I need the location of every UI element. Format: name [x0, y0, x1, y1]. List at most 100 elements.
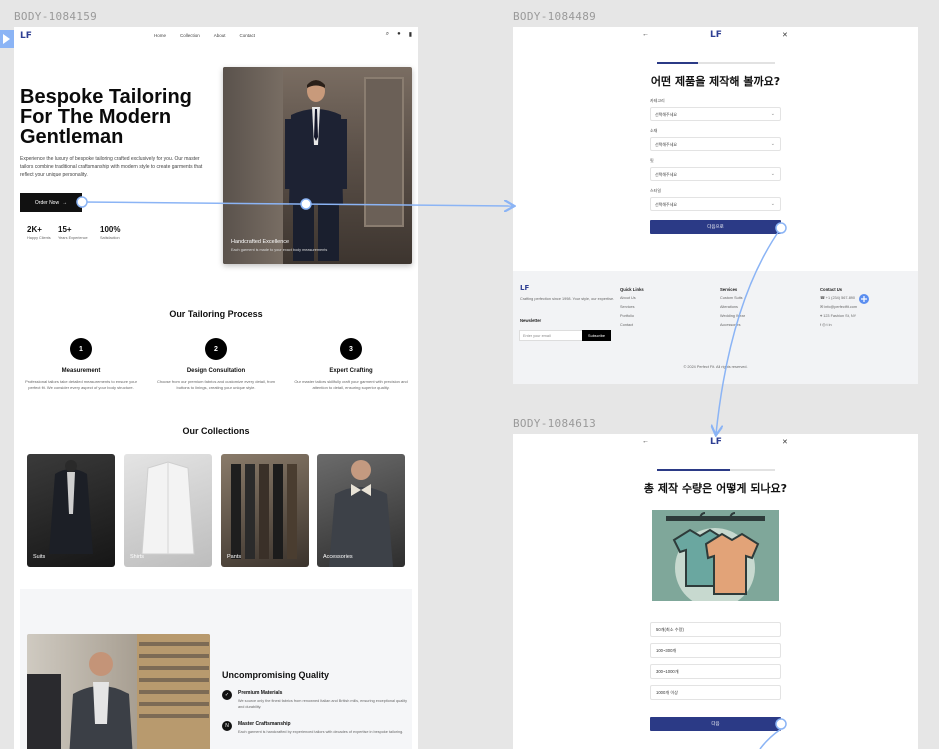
contact-email: ✉ info@perfectfit.com [820, 305, 858, 309]
services-heading: Services [720, 287, 738, 292]
fit-select[interactable]: 선택해주세요 ⌄ [650, 167, 781, 181]
arrow-right-icon: → [62, 199, 68, 206]
footer-logo[interactable]: LF [520, 284, 529, 292]
material-select[interactable]: 선택해주세요 ⌄ [650, 137, 781, 151]
quantity-option[interactable]: 100~300개 [650, 643, 781, 658]
footer-link[interactable]: Contact [620, 321, 644, 330]
shirt-image [141, 461, 195, 555]
linkedin-icon[interactable]: in [829, 323, 832, 327]
survey-quantity-frame: ← LF ✕ 총 제작 수량은 어떻게 되나요? 50개(최소 수량) 100~… [513, 434, 918, 749]
pants-image [231, 464, 297, 559]
hero-image: Handcrafted Excellence Each garment is m… [223, 67, 412, 264]
landing-frame: LF Home Collection About Contact ⌕ ● ▮ B… [14, 27, 418, 749]
quick-links-heading: Quick Links [620, 287, 644, 292]
chevron-down-icon: ⌄ [770, 201, 775, 207]
stat-years: 15+ Years Experience [58, 225, 88, 240]
quality-item-title: Master Craftsmanship [238, 721, 291, 727]
field-label-category: 카테고리 [650, 98, 665, 103]
needle-icon: N [222, 721, 232, 731]
brand-logo[interactable]: LF [20, 31, 32, 41]
collection-label: Accessories [323, 554, 353, 560]
image-caption-title: Handcrafted Excellence [231, 239, 290, 245]
progress-fill [657, 62, 699, 64]
quality-item-title: Premium Materials [238, 690, 283, 696]
select-placeholder: 선택해주세요 [655, 112, 678, 117]
quantity-option[interactable]: 300~1000개 [650, 664, 781, 679]
footer-link[interactable]: Wedding Wear [720, 312, 745, 321]
quality-item-desc: Each garment is handcrafted by experienc… [238, 730, 404, 734]
subscribe-button[interactable]: Subscribe [582, 330, 611, 341]
progress-bar [657, 62, 775, 64]
footer-link[interactable]: Alterations [720, 303, 745, 312]
footer-link[interactable]: Portfolio [620, 312, 644, 321]
newsletter-heading: Newsletter [520, 318, 542, 323]
footer-link[interactable]: Accessories [720, 321, 745, 330]
back-arrow-icon[interactable]: ← [642, 438, 649, 445]
frame-label-3: BODY-1084613 [513, 417, 597, 430]
quantity-option[interactable]: 1000개 이상 [650, 685, 781, 700]
stat-satisfaction: 100% Satisfaction [100, 225, 120, 240]
footer-link[interactable]: Custom Suits [720, 294, 745, 303]
close-icon[interactable]: ✕ [782, 438, 788, 446]
newsletter-email-input[interactable]: Enter your email [519, 330, 583, 341]
step-description: Choose from our premium fabrics and cust… [156, 379, 276, 390]
frame-label-2: BODY-1084489 [513, 10, 597, 23]
check-icon: ✓ [222, 690, 232, 700]
step-number: 2 [205, 338, 227, 360]
close-icon[interactable]: ✕ [782, 31, 788, 39]
header-icons: ⌕ ● ▮ [386, 31, 412, 38]
process-step: 1 Measurement Professional tailors take … [21, 338, 141, 391]
order-now-button[interactable]: Order Now → [20, 193, 82, 212]
bag-icon[interactable]: ▮ [409, 31, 412, 38]
collection-card-pants[interactable]: Pants [221, 454, 309, 567]
collection-card-accessories[interactable]: Accessories [317, 454, 405, 567]
nav-collection[interactable]: Collection [180, 33, 200, 38]
frame-label-1: BODY-1084159 [14, 10, 98, 23]
chevron-down-icon: ⌄ [770, 141, 775, 147]
footer-contact: Contact Us ☎ +1 (234) 567-890 ✉ info@per… [820, 285, 857, 330]
step-title: Expert Crafting [329, 368, 373, 374]
stat-value: 2K+ [27, 225, 42, 234]
quantity-option[interactable]: 50개(최소 수량) [650, 622, 781, 637]
stat-label: Happy Clients [27, 236, 51, 240]
field-label-style: 스타일 [650, 188, 662, 193]
suit-image [49, 460, 93, 554]
user-icon[interactable]: ● [397, 31, 401, 38]
chevron-down-icon: ⌄ [770, 111, 775, 117]
collections-title: Our Collections [182, 426, 250, 436]
brand-logo[interactable]: LF [710, 30, 722, 40]
progress-fill [657, 469, 731, 471]
brand-logo[interactable]: LF [710, 437, 722, 447]
image-caption-subtitle: Each garment is made to your exact body … [231, 248, 328, 252]
nav-about[interactable]: About [214, 33, 226, 38]
order-now-label: Order Now [34, 199, 60, 206]
nav-home[interactable]: Home [154, 33, 166, 38]
stat-label: Years Experience [58, 236, 88, 240]
next-button[interactable]: 다음으로 [650, 220, 781, 234]
nav-contact[interactable]: Contact [240, 33, 256, 38]
collection-card-shirts[interactable]: Shirts [124, 454, 212, 567]
field-label-fit: 핏 [650, 158, 654, 163]
select-placeholder: 선택해주세요 [655, 172, 678, 177]
site-footer: LF Crafting perfection since 1998. Your … [513, 271, 918, 384]
footer-link[interactable]: About Us [620, 294, 644, 303]
quality-item-desc: We source only the finest fabrics from r… [238, 699, 407, 709]
search-icon[interactable]: ⌕ [386, 31, 389, 38]
back-arrow-icon[interactable]: ← [642, 31, 649, 38]
question-title: 총 제작 수량은 어떻게 되나요? [643, 482, 788, 495]
field-label-material: 소재 [650, 128, 658, 133]
survey-product-frame: ← LF ✕ 어떤 제품을 제작해 볼까요? 카테고리 선택해주세요 ⌄ 소재 선… [513, 27, 918, 384]
collection-label: Shirts [130, 554, 145, 560]
process-step: 2 Design Consultation Choose from our pr… [156, 338, 276, 391]
footer-link[interactable]: Services [620, 303, 644, 312]
contact-address: ⌖ 123 Fashion St, NY [820, 314, 857, 318]
style-select[interactable]: 선택해주세요 ⌄ [650, 197, 781, 211]
footer-quick-links: Quick Links About Us Services Portfolio … [620, 285, 644, 330]
hero-description: Experience the luxury of bespoke tailori… [20, 156, 203, 178]
collection-label: Suits [33, 554, 46, 560]
collection-card-suits[interactable]: Suits [27, 454, 115, 567]
play-icon[interactable] [0, 30, 14, 48]
accessories-image [329, 460, 393, 567]
next-button[interactable]: 다음 [650, 717, 781, 731]
category-select[interactable]: 선택해주세요 ⌄ [650, 107, 781, 121]
